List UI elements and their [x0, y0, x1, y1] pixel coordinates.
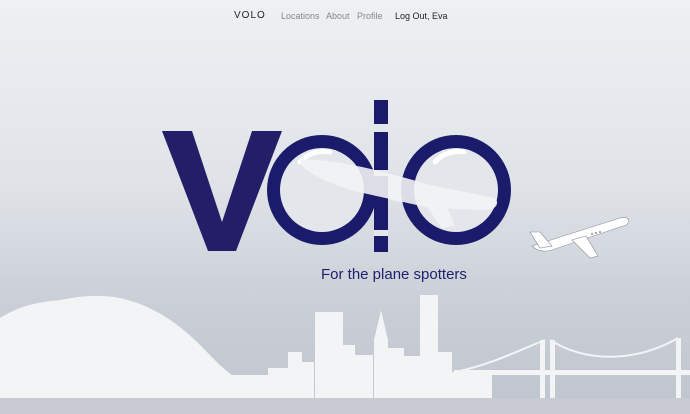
volo-logo [162, 100, 511, 252]
city-skyline [0, 295, 690, 414]
hero-graphic [0, 100, 690, 414]
logo-letter-v [162, 131, 282, 251]
hero-tagline: For the plane spotters [321, 266, 467, 283]
airplane-icon [529, 217, 630, 259]
